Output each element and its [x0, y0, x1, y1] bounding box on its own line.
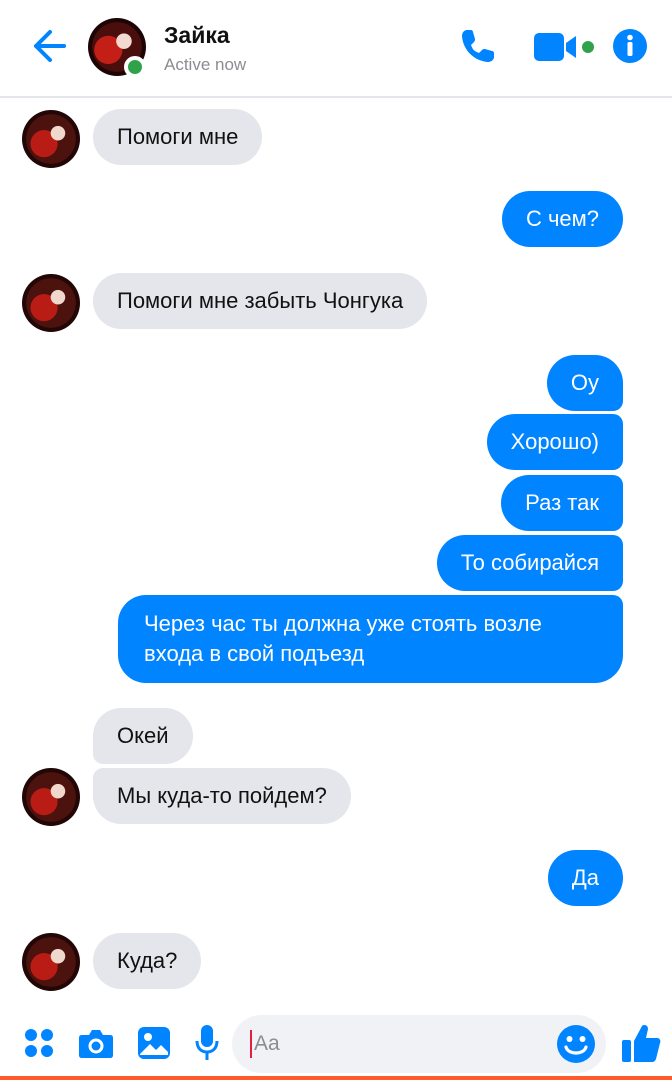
back-arrow-icon[interactable] [28, 26, 68, 66]
camera-icon[interactable] [78, 1027, 114, 1059]
outgoing-message[interactable]: Да [547, 850, 623, 906]
incoming-message[interactable]: Мы куда-то пойдем? [93, 768, 351, 824]
microphone-icon[interactable] [195, 1024, 219, 1062]
message-input-placeholder: Aa [254, 1032, 280, 1055]
outgoing-message[interactable]: Оу [546, 355, 623, 411]
info-icon[interactable] [612, 28, 648, 64]
apps-icon[interactable] [24, 1028, 54, 1058]
contact-avatar-small[interactable] [22, 274, 80, 332]
contact-avatar-small[interactable] [22, 110, 80, 168]
outgoing-message[interactable]: То собирайся [436, 535, 623, 591]
phone-call-icon[interactable] [458, 26, 498, 66]
chat-header: Зайка Active now [0, 0, 672, 98]
contact-status: Active now [164, 55, 247, 74]
gallery-icon[interactable] [137, 1026, 171, 1060]
contact-name[interactable]: Зайка [164, 22, 230, 49]
outgoing-message[interactable]: С чем? [501, 191, 623, 247]
like-icon[interactable] [620, 1022, 662, 1064]
outgoing-message[interactable]: Хорошо) [486, 414, 623, 470]
incoming-message[interactable]: Окей [93, 708, 193, 764]
text-cursor [250, 1030, 252, 1058]
bottom-edge-bar [0, 1076, 672, 1080]
video-call-icon[interactable] [532, 30, 596, 64]
outgoing-message[interactable]: Раз так [501, 475, 623, 531]
outgoing-message[interactable]: Через час ты должна уже стоять возле вхо… [118, 595, 623, 683]
emoji-icon[interactable] [556, 1024, 596, 1064]
contact-avatar-small[interactable] [22, 768, 80, 826]
message-input[interactable] [232, 1015, 606, 1073]
contact-avatar-small[interactable] [22, 933, 80, 991]
online-indicator [124, 56, 146, 78]
incoming-message[interactable]: Помоги мне забыть Чонгука [93, 273, 428, 329]
incoming-message[interactable]: Куда? [93, 933, 202, 989]
incoming-message[interactable]: Помоги мне [93, 109, 263, 165]
